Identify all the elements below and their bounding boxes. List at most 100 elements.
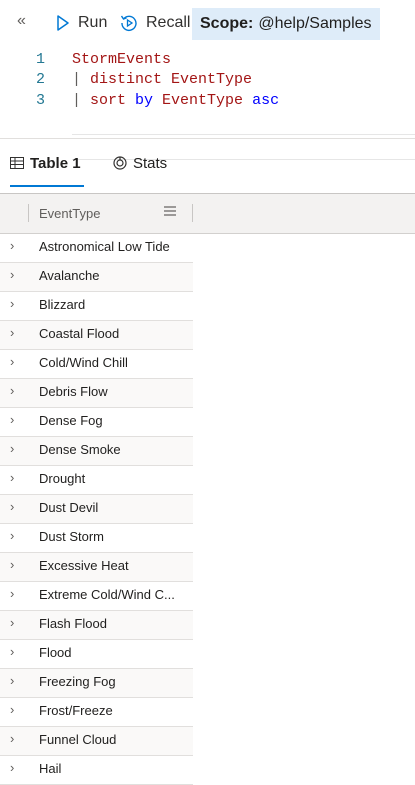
eventtype-cell: Freezing Fog bbox=[39, 674, 116, 689]
stats-icon bbox=[113, 156, 127, 170]
code-token: StormEvents bbox=[72, 51, 172, 68]
scope-label: Scope: bbox=[200, 15, 254, 32]
table-row[interactable]: › Drought bbox=[0, 466, 193, 495]
expand-chevron-icon[interactable]: › bbox=[10, 644, 14, 659]
eventtype-cell: Dense Fog bbox=[39, 413, 103, 428]
eventtype-cell: Funnel Cloud bbox=[39, 732, 117, 747]
code-text: | distinct EventType bbox=[72, 71, 252, 88]
eventtype-cell: Flash Flood bbox=[39, 616, 107, 631]
expand-chevron-icon[interactable]: › bbox=[10, 615, 14, 630]
table-row[interactable]: › Flood bbox=[0, 640, 193, 669]
eventtype-cell: Dust Devil bbox=[39, 500, 99, 515]
expand-chevron-icon[interactable]: › bbox=[10, 238, 14, 253]
eventtype-cell: Frost/Freeze bbox=[39, 703, 113, 718]
results-tabs: Table 1 Stats bbox=[0, 139, 415, 193]
table-row[interactable]: › Dense Fog bbox=[0, 408, 193, 437]
table-row[interactable]: › Extreme Cold/Wind C... bbox=[0, 582, 193, 611]
eventtype-cell: Dense Smoke bbox=[39, 442, 121, 457]
code-token: | bbox=[72, 92, 91, 109]
table-row[interactable]: › Astronomical Low Tide bbox=[0, 234, 193, 263]
expand-chevron-icon[interactable]: › bbox=[10, 731, 14, 746]
table-row[interactable]: › Avalanche bbox=[0, 263, 193, 292]
play-icon bbox=[57, 15, 69, 31]
recall-label: Recall bbox=[146, 14, 191, 31]
expand-chevron-icon[interactable]: › bbox=[10, 673, 14, 688]
eventtype-cell: Excessive Heat bbox=[39, 558, 129, 573]
table-row[interactable]: › Frost/Freeze bbox=[0, 698, 193, 727]
table-row[interactable]: › Hail bbox=[0, 756, 193, 785]
line-number: 1 bbox=[35, 51, 45, 68]
table-row[interactable]: › Dust Devil bbox=[0, 495, 193, 524]
tab-table-1[interactable]: Table 1 bbox=[10, 139, 81, 187]
eventtype-cell: Coastal Flood bbox=[39, 326, 120, 341]
eventtype-cell: Flood bbox=[39, 645, 72, 660]
column-separator bbox=[28, 204, 29, 222]
table-row[interactable]: › Funnel Cloud bbox=[0, 727, 193, 756]
table-icon bbox=[10, 157, 24, 169]
table-row[interactable]: › Excessive Heat bbox=[0, 553, 193, 582]
tab-label: Stats bbox=[133, 154, 168, 172]
table-row[interactable]: › Flash Flood bbox=[0, 611, 193, 640]
column-menu-icon[interactable] bbox=[163, 203, 177, 219]
tab-label: Table 1 bbox=[30, 154, 81, 172]
code-token: EventType bbox=[171, 71, 253, 88]
code-token: asc bbox=[252, 92, 280, 109]
code-line: 2 | distinct EventType bbox=[0, 71, 415, 93]
expand-chevron-icon[interactable]: › bbox=[10, 383, 14, 398]
eventtype-cell: Debris Flow bbox=[39, 384, 108, 399]
line-number: 3 bbox=[35, 92, 45, 109]
table-row[interactable]: › Freezing Fog bbox=[0, 669, 193, 698]
expand-chevron-icon[interactable]: › bbox=[10, 499, 14, 514]
query-editor[interactable]: 1 StormEvents 2 | distinct EventType 3 |… bbox=[0, 46, 415, 160]
tab-stats[interactable]: Stats bbox=[113, 139, 167, 187]
expand-chevron-icon[interactable]: › bbox=[10, 470, 14, 485]
table-row[interactable]: › Coastal Flood bbox=[0, 321, 193, 350]
code-text: | sort by EventType asc bbox=[72, 92, 279, 109]
expand-chevron-icon[interactable]: › bbox=[10, 267, 14, 282]
expand-chevron-icon[interactable]: › bbox=[10, 557, 14, 572]
query-toolbar: « Run Recall Scope: @help/Samples bbox=[0, 0, 415, 46]
code-token: EventType bbox=[162, 92, 253, 109]
table-row[interactable]: › Blizzard bbox=[0, 292, 193, 321]
eventtype-cell: Blizzard bbox=[39, 297, 86, 312]
expand-chevron-icon[interactable]: › bbox=[10, 441, 14, 456]
eventtype-cell: Hail bbox=[39, 761, 62, 776]
table-row[interactable]: › Cold/Wind Chill bbox=[0, 350, 193, 379]
expand-chevron-icon[interactable]: › bbox=[10, 354, 14, 369]
eventtype-cell: Drought bbox=[39, 471, 86, 486]
eventtype-cell: Dust Storm bbox=[39, 529, 105, 544]
recall-icon bbox=[120, 15, 137, 32]
eventtype-cell: Cold/Wind Chill bbox=[39, 355, 128, 370]
grid-header: EventType bbox=[0, 194, 415, 234]
code-line: 3 | sort by EventType asc bbox=[0, 92, 415, 114]
run-button[interactable]: Run bbox=[56, 10, 107, 36]
column-header-eventtype[interactable]: EventType bbox=[39, 206, 100, 221]
expand-chevron-icon[interactable]: › bbox=[10, 296, 14, 311]
line-number: 2 bbox=[35, 71, 45, 88]
eventtype-cell: Avalanche bbox=[39, 268, 100, 283]
expand-chevron-icon[interactable]: › bbox=[10, 586, 14, 601]
eventtype-cell: Astronomical Low Tide bbox=[39, 239, 170, 254]
recall-button[interactable]: Recall bbox=[120, 10, 190, 36]
grid-rows: › Astronomical Low Tide › Avalanche › Blizzar… bbox=[0, 234, 415, 785]
expand-chevron-icon[interactable]: › bbox=[10, 412, 14, 427]
code-text: StormEvents bbox=[72, 51, 171, 68]
scope-selector[interactable]: Scope: @help/Samples bbox=[192, 8, 380, 40]
table-row[interactable]: › Dense Smoke bbox=[0, 437, 193, 466]
expand-chevron-icon[interactable]: › bbox=[10, 702, 14, 717]
collapse-panel-icon[interactable]: « bbox=[17, 12, 26, 30]
code-token: distinct bbox=[90, 71, 172, 88]
code-token: sort bbox=[90, 92, 136, 109]
expand-chevron-icon[interactable]: › bbox=[10, 325, 14, 340]
eventtype-cell: Extreme Cold/Wind C... bbox=[39, 587, 175, 602]
table-row[interactable]: › Debris Flow bbox=[0, 379, 193, 408]
table-row[interactable]: › Dust Storm bbox=[0, 524, 193, 553]
scope-value: @help/Samples bbox=[258, 15, 372, 32]
code-token: | bbox=[72, 71, 91, 88]
results-grid: EventType › Astronomical Low Tide › Avalanc… bbox=[0, 193, 415, 785]
expand-chevron-icon[interactable]: › bbox=[10, 760, 14, 775]
column-separator bbox=[192, 204, 193, 222]
expand-chevron-icon[interactable]: › bbox=[10, 528, 14, 543]
active-tab-indicator bbox=[10, 185, 84, 187]
run-label: Run bbox=[78, 14, 108, 31]
